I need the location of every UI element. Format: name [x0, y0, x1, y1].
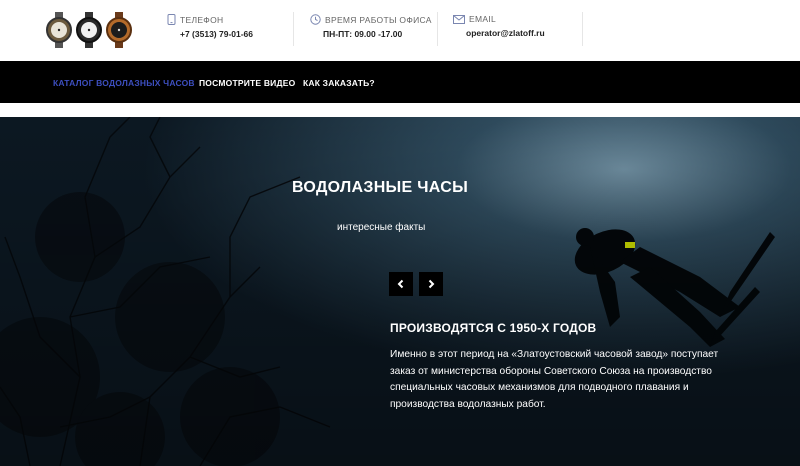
phone-icon — [167, 14, 176, 25]
slider-prev-button[interactable] — [389, 272, 413, 296]
email-block: EMAIL operator@zlatoff.ru — [453, 14, 545, 48]
chevron-right-icon — [428, 279, 435, 289]
hero-slider: ВОДОЛАЗНЫЕ ЧАСЫ интересные факты ПРОИЗВО… — [0, 117, 800, 466]
hero-subtitle: интересные факты — [337, 222, 426, 233]
header-divider — [437, 12, 438, 46]
nav-spacer — [0, 103, 800, 117]
envelope-icon — [453, 14, 465, 24]
office-hours-block: ВРЕМЯ РАБОТЫ ОФИСА ПН-ПТ: 09.00 -17.00 — [310, 14, 432, 48]
hero-title: ВОДОЛАЗНЫЕ ЧАСЫ — [291, 179, 469, 196]
fact-title: ПРОИЗВОДЯТСЯ С 1950-Х ГОДОВ — [390, 321, 597, 335]
phone-label: ТЕЛЕФОН — [180, 14, 224, 25]
slider-next-button[interactable] — [419, 272, 443, 296]
nav-item-catalog[interactable]: КАТАЛОГ ВОДОЛАЗНЫХ ЧАСОВ — [53, 78, 195, 88]
nav-item-video[interactable]: ПОСМОТРИТЕ ВИДЕО — [199, 78, 295, 88]
header-divider — [582, 12, 583, 46]
fact-text: Именно в этот период на «Златоустовский … — [390, 349, 719, 410]
main-nav: КАТАЛОГ ВОДОЛАЗНЫХ ЧАСОВ ПОСМОТРИТЕ ВИДЕ… — [0, 61, 800, 103]
nav-item-how-to-order[interactable]: КАК ЗАКАЗАТЬ? — [303, 78, 375, 88]
site-header: ТЕЛЕФОН +7 (3513) 79-01-66 ВРЕМЯ РАБОТЫ … — [0, 0, 800, 61]
phone-value[interactable]: +7 (3513) 79-01-66 — [167, 29, 253, 39]
email-value[interactable]: operator@zlatoff.ru — [453, 28, 545, 38]
hours-value: ПН-ПТ: 09.00 -17.00 — [323, 29, 403, 39]
email-label: EMAIL — [469, 14, 497, 24]
logo-watches[interactable] — [45, 10, 140, 50]
hours-label: ВРЕМЯ РАБОТЫ ОФИСА — [325, 14, 432, 25]
clock-icon — [310, 14, 321, 25]
header-divider — [293, 12, 294, 46]
chevron-left-icon — [397, 279, 404, 289]
phone-block: ТЕЛЕФОН +7 (3513) 79-01-66 — [167, 14, 253, 48]
